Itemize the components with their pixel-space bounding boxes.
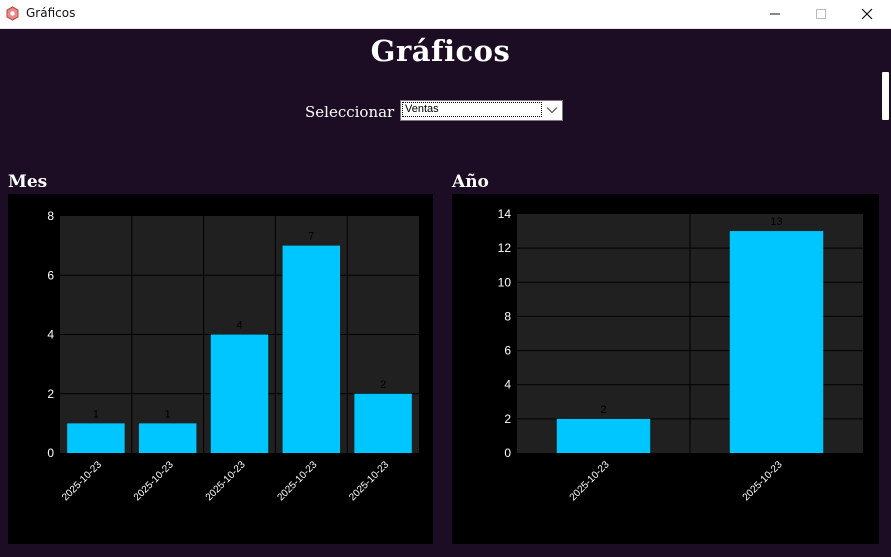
month-chart-bar [138, 423, 197, 453]
title-bar: Gráficos [0, 0, 891, 29]
chart-type-select[interactable]: Ventas [400, 100, 563, 121]
close-icon [861, 8, 873, 20]
year-chart-y-tick-label: 8 [504, 309, 511, 323]
month-chart-bar [67, 423, 125, 453]
app-icon [6, 6, 19, 21]
scrollbar-thumb[interactable] [882, 72, 889, 120]
month-chart-x-tick-label: 2025-10-23 [347, 459, 391, 503]
year-chart-y-tick-label: 6 [504, 344, 511, 358]
month-chart-bar [354, 393, 412, 453]
maximize-button[interactable] [798, 0, 844, 28]
month-chart-data-label: 1 [93, 408, 99, 420]
month-chart-y-tick-label: 8 [47, 209, 54, 223]
select-label: Seleccionar [305, 103, 395, 121]
year-chart-data-label: 2 [600, 404, 606, 416]
month-chart-x-tick-label: 2025-10-23 [132, 459, 176, 503]
year-chart-y-tick-label: 0 [504, 446, 511, 460]
year-chart-y-tick-label: 10 [498, 275, 512, 289]
month-chart-x-tick-label: 2025-10-23 [204, 459, 248, 503]
month-chart: 0 2 4 6 8 1 2025-10-23 1 2025-10-23 4 2025-10-23 7 2… [47, 209, 419, 503]
year-section-title: Año [452, 172, 489, 192]
month-chart-data-label: 2 [380, 379, 386, 391]
window-title: Gráficos [26, 6, 76, 20]
year-chart-x-tick-label: 2025-10-23 [568, 459, 612, 503]
month-chart-y-tick-label: 6 [47, 268, 54, 282]
year-chart-bar [729, 231, 824, 453]
month-chart-data-label: 1 [165, 408, 171, 420]
month-chart-bar [210, 334, 269, 453]
year-chart-y-tick-label: 14 [498, 207, 512, 221]
close-button[interactable] [844, 0, 890, 28]
year-chart-panel: 0 2 4 6 8 10 12 14 2 2025-10-23 13 2025-10-23 [452, 194, 879, 544]
maximize-icon [816, 9, 826, 19]
month-chart-y-tick-label: 0 [47, 446, 54, 460]
month-chart-panel: 0 2 4 6 8 1 2025-10-23 1 2025-10-23 4 2025-10-23 7 2… [8, 194, 433, 544]
month-chart-x-tick-label: 2025-10-23 [275, 459, 319, 503]
year-chart-y-tick-label: 2 [504, 412, 511, 426]
year-chart: 0 2 4 6 8 10 12 14 2 2025-10-23 13 2025-10-23 [498, 207, 863, 503]
month-chart-y-tick-label: 2 [47, 387, 54, 401]
month-chart-bar [282, 245, 341, 453]
month-chart-data-label: 7 [308, 231, 314, 243]
minimize-button[interactable] [752, 0, 798, 28]
year-chart-y-tick-label: 12 [498, 241, 512, 255]
month-chart-x-tick-label: 2025-10-23 [60, 459, 104, 503]
page-title: Gráficos [370, 34, 511, 68]
month-chart-y-tick-label: 4 [47, 328, 54, 342]
minimize-icon [770, 13, 780, 15]
select-value: Ventas [402, 102, 542, 117]
year-chart-data-label: 13 [770, 216, 782, 228]
year-chart-bar [556, 418, 651, 453]
chevron-down-icon [546, 107, 558, 114]
month-chart-data-label: 4 [236, 320, 242, 332]
year-chart-x-tick-label: 2025-10-23 [741, 459, 785, 503]
year-chart-y-tick-label: 4 [504, 378, 511, 392]
month-section-title: Mes [8, 172, 48, 192]
